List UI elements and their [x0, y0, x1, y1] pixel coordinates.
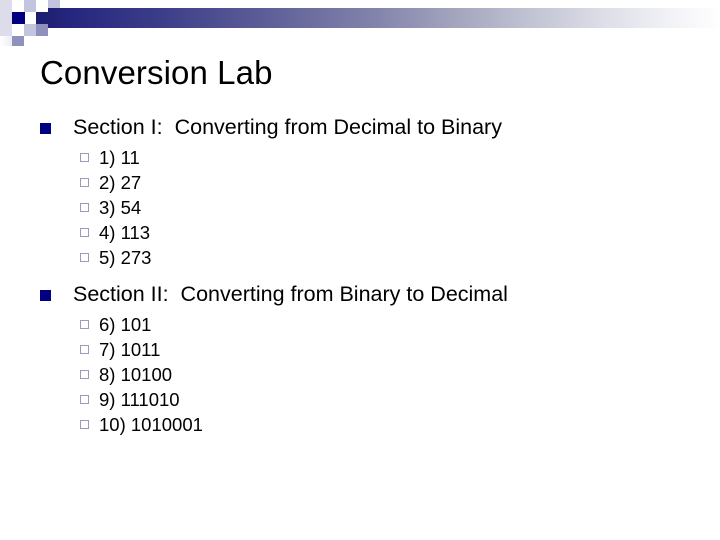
list-item: 10) 1010001 [80, 412, 690, 437]
list-item: 1) 11 [80, 145, 690, 170]
hollow-square-bullet-icon [80, 153, 89, 162]
section-1-item-list: 1) 11 2) 27 3) 54 4) 113 5) 273 [80, 145, 690, 270]
list-item: 2) 27 [80, 170, 690, 195]
hollow-square-bullet-icon [80, 370, 89, 379]
slide-content: Section I: Converting from Decimal to Bi… [40, 112, 690, 437]
list-item: 8) 10100 [80, 362, 690, 387]
header-square-white-4 [12, 24, 24, 36]
list-item: 9) 111010 [80, 387, 690, 412]
hollow-square-bullet-icon [80, 345, 89, 354]
list-item-label: 6) 101 [99, 314, 152, 335]
list-item: 4) 113 [80, 220, 690, 245]
section-heading-label: Section II: Converting from Binary to De… [73, 282, 508, 306]
list-item-label: 1) 11 [99, 147, 140, 168]
header-square-pale-2 [0, 12, 12, 24]
hollow-square-bullet-icon [80, 178, 89, 187]
list-item-label: 7) 1011 [99, 339, 161, 360]
header-square-white-3 [25, 12, 36, 24]
header-square-pale-3 [0, 24, 12, 36]
header-square-white-1 [12, 0, 24, 12]
hollow-square-bullet-icon [80, 228, 89, 237]
header-square-mid-1 [36, 24, 48, 36]
section-heading-1: Section I: Converting from Decimal to Bi… [40, 112, 690, 143]
list-item-label: 4) 113 [99, 222, 151, 243]
header-square-pale-1 [0, 0, 12, 12]
header-square-white-5 [24, 36, 48, 46]
list-item-label: 8) 10100 [99, 364, 173, 385]
hollow-square-bullet-icon [80, 253, 89, 262]
hollow-square-bullet-icon [80, 395, 89, 404]
header-square-light-2 [48, 0, 60, 8]
section-2-item-list: 6) 101 7) 1011 8) 10100 9) 111010 10) 10… [80, 312, 690, 437]
filled-square-bullet-icon [40, 123, 51, 134]
list-item: 6) 101 [80, 312, 690, 337]
header-square-mid-2 [12, 36, 24, 46]
hollow-square-bullet-icon [80, 320, 89, 329]
section-block-1: Section I: Converting from Decimal to Bi… [40, 112, 690, 270]
list-item: 5) 273 [80, 245, 690, 270]
list-item-label: 5) 273 [99, 247, 152, 268]
header-gradient-band [33, 8, 720, 28]
filled-square-bullet-icon [40, 290, 51, 301]
page-title: Conversion Lab [40, 54, 273, 91]
header-square-light-3 [24, 24, 36, 36]
list-item-label: 9) 111010 [99, 389, 180, 410]
section-heading-2: Section II: Converting from Binary to De… [40, 279, 690, 310]
section-block-2: Section II: Converting from Binary to De… [40, 279, 690, 437]
section-heading-label: Section I: Converting from Decimal to Bi… [73, 115, 502, 139]
list-item: 7) 1011 [80, 337, 690, 362]
list-item-label: 2) 27 [99, 172, 142, 193]
hollow-square-bullet-icon [80, 203, 89, 212]
hollow-square-bullet-icon [80, 420, 89, 429]
list-item: 3) 54 [80, 195, 690, 220]
header-square-white-2 [36, 0, 48, 12]
list-item-label: 3) 54 [99, 197, 142, 218]
list-item-label: 10) 1010001 [99, 414, 203, 435]
header-square-light-1 [24, 0, 36, 12]
slide-header-decoration [0, 0, 720, 46]
